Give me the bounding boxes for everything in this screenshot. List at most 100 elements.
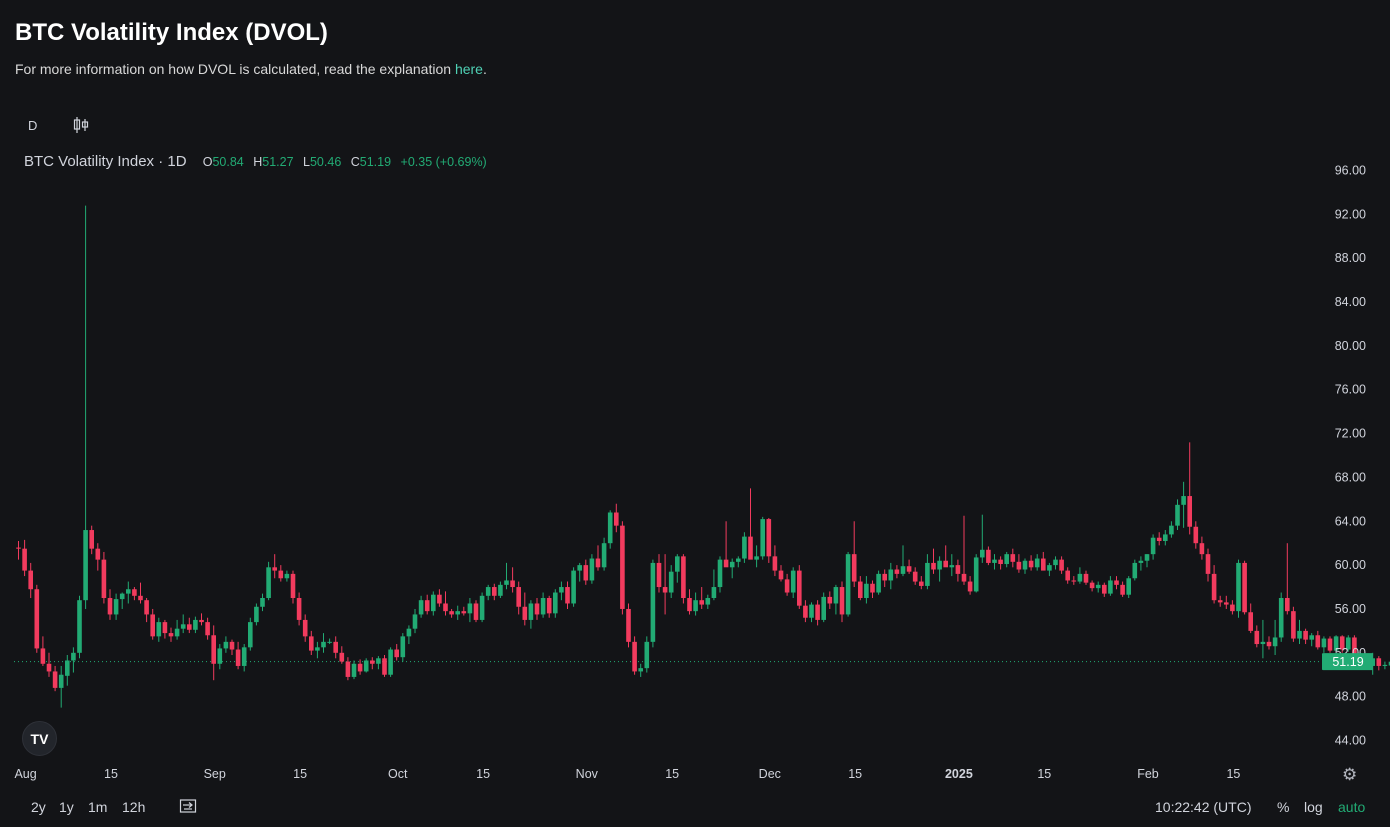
x-tick-label: Aug <box>14 767 36 781</box>
go-to-date-icon[interactable] <box>179 797 197 818</box>
candle <box>406 625 412 645</box>
candle <box>376 656 381 670</box>
candle <box>260 593 265 612</box>
candle-body <box>156 622 162 637</box>
candle-body <box>162 622 168 634</box>
candle-body <box>351 663 357 677</box>
candle-body <box>717 559 723 588</box>
candle-body <box>40 648 46 664</box>
range-1y-button[interactable]: 1y <box>59 799 74 815</box>
candle <box>284 570 290 582</box>
candle <box>522 592 528 626</box>
candle-body <box>345 661 351 677</box>
explanation-link[interactable]: here <box>455 61 483 77</box>
candle <box>272 554 277 579</box>
candle-body <box>1120 584 1125 595</box>
candle-body <box>1083 573 1089 583</box>
time-axis: Aug 15 Sep 15 Oct 15 Nov 15 Dec 15 2025 15 Feb 15 <box>14 767 1240 781</box>
candle-body <box>22 548 27 571</box>
candle <box>943 545 948 568</box>
candle-body <box>241 647 247 666</box>
range-12h-button[interactable]: 12h <box>122 799 145 815</box>
candle-body <box>406 628 412 637</box>
candlestick-chart[interactable]: 96.00 92.00 88.00 84.00 80.00 76.00 72.00 68.00… <box>0 150 1390 790</box>
x-tick-label: 15 <box>1037 767 1051 781</box>
candle <box>449 608 454 618</box>
candle-body <box>412 614 418 629</box>
y-tick-label: 72.00 <box>1335 427 1366 441</box>
candle-body <box>278 570 284 579</box>
candle <box>278 565 284 582</box>
candle-body <box>955 565 961 574</box>
candle-body <box>1144 554 1150 561</box>
candle-body <box>522 606 528 620</box>
candle <box>1254 625 1260 648</box>
candle <box>248 617 253 651</box>
candle <box>754 545 759 568</box>
candle <box>1175 499 1180 531</box>
utc-clock[interactable]: 10:22:42 (UTC) <box>1155 799 1251 815</box>
candle-body <box>906 566 912 572</box>
candle <box>790 567 796 598</box>
candle-body <box>931 562 936 570</box>
candle-body <box>315 647 320 651</box>
candle-body <box>52 671 58 688</box>
candle <box>52 665 58 692</box>
candle <box>516 581 521 615</box>
tradingview-logo[interactable]: TV <box>22 721 57 756</box>
candlestick-icon[interactable] <box>73 116 89 139</box>
candle <box>1193 521 1199 549</box>
candle-body <box>504 580 509 585</box>
gear-icon[interactable]: ⚙ <box>1342 765 1357 785</box>
candle-body <box>748 536 753 560</box>
candle-body <box>900 566 906 574</box>
candle <box>717 556 723 593</box>
candle <box>1108 576 1113 596</box>
candle-body <box>418 600 424 615</box>
candle-body <box>961 573 967 582</box>
candle <box>412 608 418 634</box>
candle <box>626 603 631 648</box>
candle-body <box>1303 630 1308 640</box>
candle <box>217 644 223 670</box>
page-subtitle: For more information on how DVOL is calc… <box>15 61 487 77</box>
candle-body <box>58 674 64 688</box>
candle-body <box>376 658 381 664</box>
candle <box>1382 661 1388 670</box>
candle-body <box>754 556 759 560</box>
candle <box>1016 554 1022 573</box>
candle-body <box>784 579 790 593</box>
candle-body <box>449 611 454 615</box>
range-2y-button[interactable]: 2y <box>31 799 46 815</box>
candle <box>309 630 314 655</box>
candle-body <box>473 603 479 620</box>
candle <box>211 625 216 681</box>
candle <box>1120 581 1125 597</box>
candle <box>22 539 27 577</box>
candle <box>925 554 930 590</box>
range-1m-button[interactable]: 1m <box>88 799 107 815</box>
price-axis: 96.00 92.00 88.00 84.00 80.00 76.00 72.00 68.00… <box>1322 164 1373 748</box>
percent-toggle[interactable]: % <box>1277 799 1289 815</box>
candle <box>437 589 442 607</box>
candle-body <box>1175 504 1180 526</box>
interval-button[interactable]: D <box>28 118 37 133</box>
candle-body <box>821 596 826 620</box>
candle-body <box>973 557 979 592</box>
candle <box>583 559 589 585</box>
candle <box>992 554 997 570</box>
candle <box>492 583 497 601</box>
candle-body <box>1169 525 1174 535</box>
candle <box>870 580 875 598</box>
candle-body <box>1022 560 1028 570</box>
log-toggle[interactable]: log <box>1304 799 1323 815</box>
candle-body <box>1028 560 1034 568</box>
candle-body <box>260 598 265 607</box>
candle-body <box>235 649 241 666</box>
auto-toggle[interactable]: auto <box>1338 799 1365 815</box>
candle <box>431 591 436 616</box>
candle <box>1150 534 1156 560</box>
candle <box>83 205 88 609</box>
candle <box>89 525 94 555</box>
candle <box>723 521 729 568</box>
